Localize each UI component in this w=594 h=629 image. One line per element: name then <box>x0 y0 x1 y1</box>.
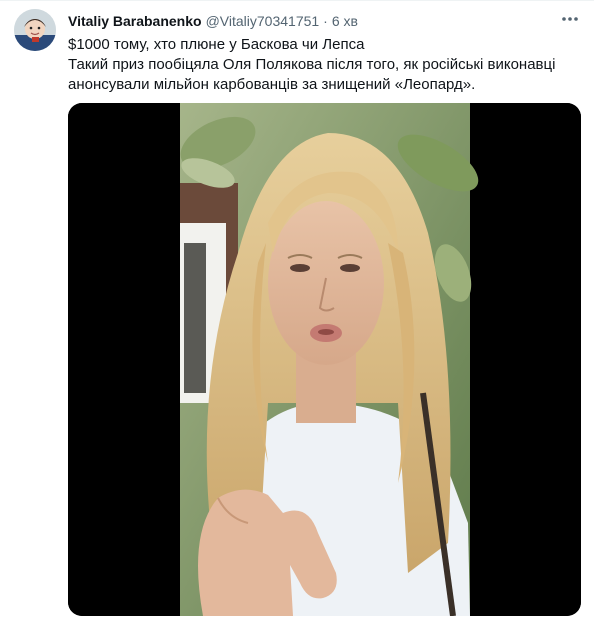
tweet-timestamp[interactable]: 6 хв <box>332 13 358 29</box>
avatar[interactable] <box>14 9 56 51</box>
tweet-text-line: Такий приз пообіцяла Оля Полякова після … <box>68 56 556 73</box>
author-handle[interactable]: @Vitaliy70341751 <box>206 13 320 29</box>
tweet-text-line: $1000 тому, хто плюне у Баскова чи Лепса <box>68 36 365 53</box>
more-options-button[interactable] <box>560 11 580 27</box>
separator-dot: · <box>323 13 328 29</box>
tweet[interactable]: Vitaliy Barabanenko @Vitaliy70341751 · 6… <box>0 0 594 629</box>
author-name[interactable]: Vitaliy Barabanenko <box>68 13 202 29</box>
more-horizontal-icon <box>562 17 578 21</box>
tweet-video[interactable] <box>68 103 581 616</box>
video-scene <box>180 103 479 616</box>
avatar-image <box>14 9 56 51</box>
tweet-header: Vitaliy Barabanenko @Vitaliy70341751 · 6… <box>68 11 554 31</box>
tweet-text: $1000 тому, хто плюне у Баскова чи Лепса… <box>68 35 578 95</box>
video-frame <box>68 103 581 616</box>
tweet-text-line: анонсували мільйон карбованців за знищен… <box>68 76 476 93</box>
